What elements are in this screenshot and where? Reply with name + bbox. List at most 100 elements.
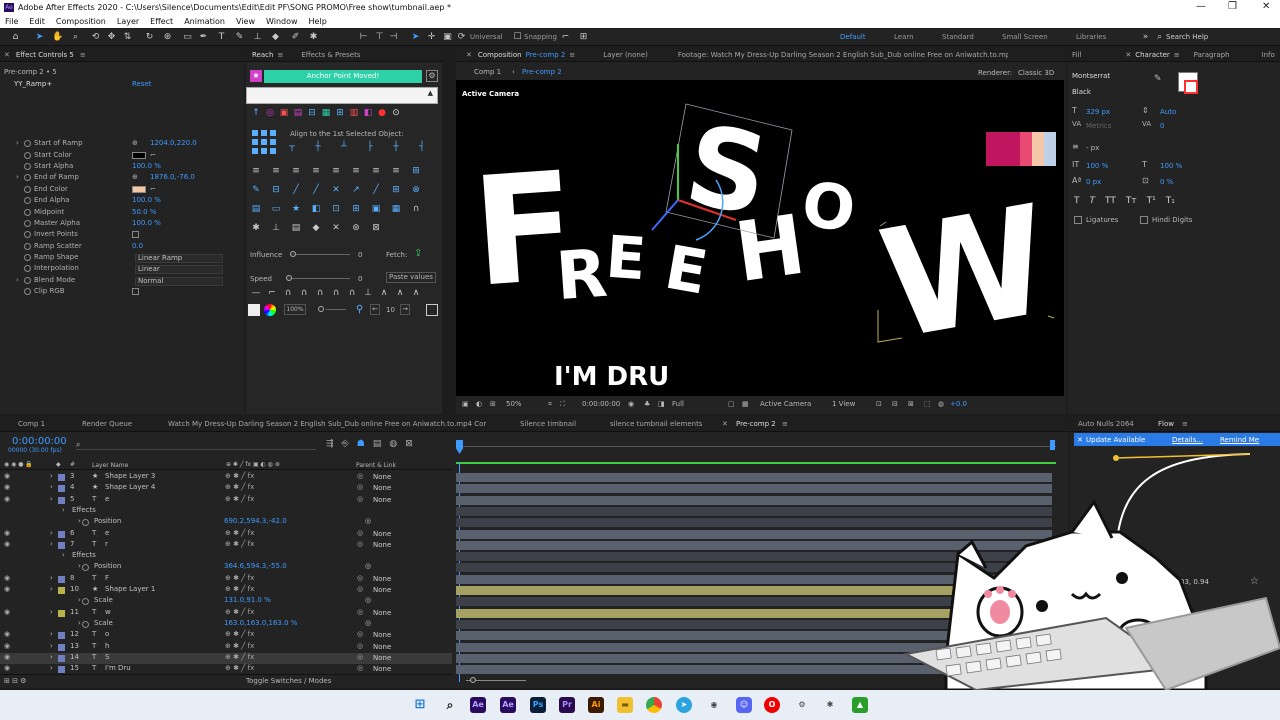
green-app-icon[interactable]: ▲ (852, 697, 868, 713)
label-color-swatch[interactable] (58, 654, 65, 662)
twirl-icon[interactable]: › (16, 139, 19, 147)
menu-layer[interactable]: Layer (117, 17, 139, 26)
work-area-bar[interactable] (456, 462, 1056, 464)
axis-view-icon[interactable]: ⊣ (388, 32, 399, 43)
parent-dropdown[interactable]: None (373, 654, 435, 663)
target-icon[interactable]: ⊕ (132, 173, 138, 181)
camera-select-icon[interactable]: ➤ (410, 32, 421, 43)
parent-dropdown[interactable]: None (373, 575, 435, 584)
twirl-icon[interactable]: › (50, 540, 53, 548)
effect-property-value[interactable]: 1876.0,-76.0 (150, 173, 195, 181)
align-button-icon[interactable]: ┴ (338, 142, 350, 153)
panel-menu-icon[interactable]: ≡ (782, 420, 788, 428)
share-icon[interactable]: ⇪ (414, 248, 428, 260)
layer-name[interactable]: r (105, 540, 108, 548)
footer-icons[interactable]: ⊞ ⊟ ⚙ (4, 677, 26, 685)
twirl-icon[interactable]: › (50, 630, 53, 638)
reach-tool-icon[interactable]: ⊟ (306, 108, 318, 119)
stopwatch-icon[interactable] (24, 152, 31, 159)
stopwatch-icon[interactable] (24, 254, 31, 261)
pickwhip-icon[interactable]: ◎ (357, 540, 363, 548)
tab-fill[interactable]: Fill (1072, 51, 1081, 59)
motion-blur-icon[interactable]: ◍ (389, 439, 397, 449)
stopwatch-icon[interactable] (24, 231, 31, 238)
pickwhip-icon[interactable]: ◎ (357, 483, 363, 491)
effect-property-row[interactable]: Ramp Scatter 0.0 (0, 242, 240, 253)
layer-row[interactable]: ◉ › 8 T F ⊕ ✱ ╱ fx ◎ None (0, 574, 452, 585)
workspace-libraries[interactable]: Libraries (1076, 33, 1106, 41)
panel-menu-icon[interactable]: ≡ (1174, 51, 1180, 59)
effect-property-value[interactable]: 50.0 % (132, 208, 156, 216)
panel-menu-icon[interactable]: ≡ (80, 51, 86, 59)
speed-slider[interactable] (290, 278, 350, 279)
tab-paragraph[interactable]: Paragraph (1194, 51, 1230, 59)
pickwhip-icon[interactable]: ◎ (357, 642, 363, 650)
eyedropper-icon[interactable]: ✎ (1154, 74, 1162, 84)
faux-bold-icon[interactable]: T (1074, 196, 1080, 206)
label-color-swatch[interactable] (58, 541, 65, 549)
settings-icon[interactable]: ⚙ (426, 70, 438, 82)
layer-name[interactable]: o (105, 630, 109, 638)
draft-3d-icon[interactable]: ⎆ (342, 439, 349, 449)
axis-world-icon[interactable]: ⊤ (374, 32, 385, 43)
visibility-eye-icon[interactable]: ◉ (4, 472, 10, 480)
reach-grid-icon[interactable]: ∩ (410, 204, 422, 215)
search-icon[interactable]: ⌕ (442, 697, 458, 713)
stopwatch-icon[interactable] (24, 197, 31, 204)
close-icon[interactable]: ✕ (1262, 1, 1270, 12)
brush-tool-icon[interactable]: ✎ (234, 32, 245, 43)
color-wheel-icon[interactable] (264, 304, 276, 316)
puppet-tool-icon[interactable]: ✱ (308, 32, 319, 43)
reach-tool-icon[interactable]: ▣ (278, 108, 290, 119)
ease-curve-icon[interactable]: ⊥ (362, 288, 374, 299)
stopwatch-icon[interactable] (24, 265, 31, 272)
ease-curve-icon[interactable]: ∧ (378, 288, 390, 299)
visibility-eye-icon[interactable]: ◉ (4, 540, 10, 548)
crumb-comp1[interactable]: Comp 1 (474, 68, 501, 76)
vertical-scale-value[interactable]: 100 % (1086, 162, 1108, 170)
stroke-width-value[interactable]: - px (1086, 144, 1099, 152)
twirl-icon[interactable]: › (78, 619, 81, 627)
pan-tool-icon[interactable]: ✥ (106, 32, 117, 43)
search-help-input[interactable]: Search Help (1166, 33, 1208, 41)
label-color-swatch[interactable] (58, 474, 65, 481)
hand-tool-icon[interactable]: ✋ (52, 32, 63, 43)
pickwhip-icon[interactable]: ◎ (357, 630, 363, 638)
roto-tool-icon[interactable]: ✐ (290, 32, 301, 43)
mask-icon[interactable]: ◐ (476, 400, 482, 408)
channel-icon[interactable]: ◨ (658, 400, 665, 408)
menu-window[interactable]: Window (266, 17, 298, 26)
twirl-icon[interactable]: › (50, 653, 53, 661)
twirl-icon[interactable]: › (62, 506, 65, 514)
tab-effects-presets[interactable]: Effects & Presets (301, 51, 360, 59)
reach-grid-icon[interactable]: ⊛ (350, 223, 362, 234)
property-value[interactable]: 163.0,163.0,163.0 % (224, 619, 297, 627)
twirl-icon[interactable]: › (78, 596, 81, 604)
transparency-icon[interactable]: ▦ (742, 400, 749, 408)
axis-local-icon[interactable]: ⊢ (358, 32, 369, 43)
ligatures-checkbox[interactable] (1074, 216, 1082, 224)
layer-name[interactable]: Shape Layer 3 (105, 472, 155, 480)
property-value[interactable]: 364.6,594.3,-55.0 (224, 562, 287, 570)
stopwatch-icon[interactable] (82, 519, 89, 527)
effect-property-row[interactable]: Clip RGB (0, 287, 240, 298)
layer-switches[interactable]: ⊕ ✱ ╱ fx (225, 483, 254, 491)
current-timecode[interactable]: 0:00:00:00 (12, 436, 67, 447)
eyedropper-icon[interactable]: ⌐ (150, 151, 156, 159)
stopwatch-icon[interactable] (82, 620, 89, 628)
reach-tool-icon[interactable]: ↑ (250, 108, 262, 119)
color-swatch[interactable] (132, 152, 146, 159)
effect-name[interactable]: YY_Ramp+ (14, 80, 52, 88)
exposure-value[interactable]: +0.0 (950, 400, 967, 408)
white-square-icon[interactable] (248, 304, 260, 316)
visibility-eye-icon[interactable]: ◉ (4, 664, 10, 672)
layer-name[interactable]: Shape Layer 4 (105, 483, 155, 491)
parent-dropdown[interactable]: None (373, 631, 435, 640)
tab-reach[interactable]: Reach (252, 51, 273, 59)
property-row[interactable]: › Scale 163.0,163.0,163.0 % ◎ (0, 619, 452, 630)
camera-orbit-icon[interactable]: ⟳ (456, 32, 467, 43)
tracking-value[interactable]: 0 (1160, 122, 1164, 130)
stopwatch-icon[interactable] (24, 163, 31, 170)
stopwatch-icon[interactable] (24, 209, 31, 216)
tab-footage[interactable]: Footage: Watch My Dress-Up Darling Seaso… (678, 51, 1008, 59)
